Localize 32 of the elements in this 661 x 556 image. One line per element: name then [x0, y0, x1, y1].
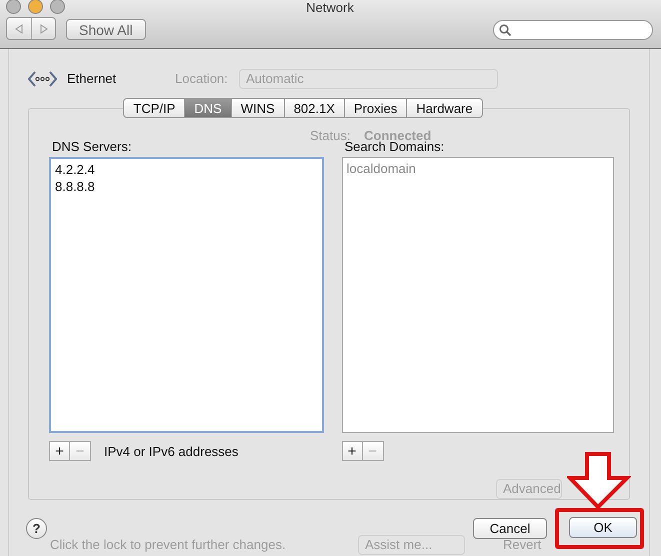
show-all-button[interactable]: Show All: [66, 19, 146, 40]
list-entry[interactable]: localdomain: [346, 161, 609, 176]
close-light[interactable]: [6, 0, 21, 14]
add-button[interactable]: +: [342, 441, 362, 461]
search-field[interactable]: [493, 20, 653, 40]
zoom-light[interactable]: [50, 0, 65, 14]
help-button[interactable]: ?: [26, 518, 47, 539]
list-label: DNS Servers:: [52, 139, 132, 156]
hint-text: IPv4 or IPv6 addresses: [104, 444, 238, 458]
service-name: Ethernet: [67, 71, 116, 86]
tab[interactable]: DNS: [185, 98, 232, 118]
tab[interactable]: TCP/IP: [123, 98, 186, 118]
tab[interactable]: 802.1X: [284, 98, 345, 118]
cancel-button[interactable]: Cancel: [473, 518, 547, 539]
search-icon: [499, 24, 511, 36]
location-label: Location:: [175, 71, 228, 86]
tab[interactable]: Hardware: [407, 98, 483, 118]
list-entry[interactable]: 8.8.8.8: [55, 179, 318, 194]
lock-text: Click the lock to prevent further changes.: [50, 537, 286, 552]
list-box[interactable]: 4.2.2.4 8.8.8.8: [49, 157, 324, 433]
window-title: Network: [305, 0, 355, 15]
list-entry[interactable]: 4.2.2.4: [55, 162, 318, 177]
forward-icon: [40, 24, 48, 34]
tab[interactable]: WINS: [232, 98, 285, 118]
ok-button[interactable]: OK: [569, 517, 637, 538]
back-icon: [15, 24, 23, 34]
add-button[interactable]: +: [49, 441, 70, 461]
list-box[interactable]: localdomain: [342, 157, 614, 433]
ethernet-icon: [28, 70, 57, 88]
minimize-light[interactable]: [28, 0, 43, 14]
tab[interactable]: Proxies: [344, 98, 408, 118]
revert-label: Revert: [503, 537, 542, 552]
